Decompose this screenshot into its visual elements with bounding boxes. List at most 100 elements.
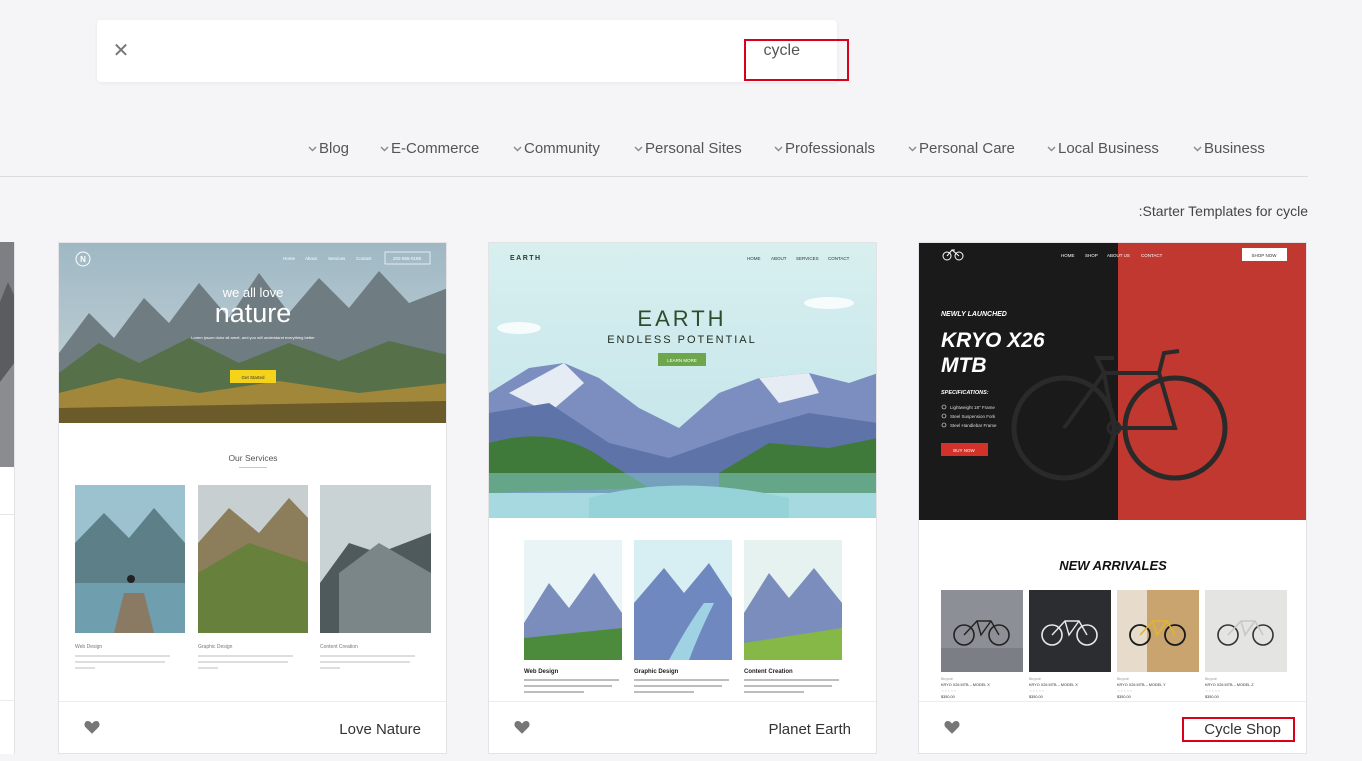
category-e-commerce[interactable]: E-Commerce — [379, 140, 479, 157]
category-personal-sites[interactable]: Personal Sites — [633, 140, 742, 157]
preview-nav: CONTACT — [1141, 253, 1163, 258]
preview-service-label: Content Creation — [744, 669, 793, 675]
preview-kicker: NEWLY LAUNCHED — [941, 311, 1007, 318]
template-card-planet-earth[interactable]: EARTH HOME ABOUT SERVICES CONTACT EARTH … — [488, 242, 877, 754]
preview-section-title: NEW ARRIVALES — [1059, 558, 1167, 573]
heart-icon[interactable] — [83, 718, 101, 736]
results-label: :Starter Templates for cycle — [1138, 203, 1308, 219]
template-preview: HOME SHOP ABOUT US CONTACT SHOP NOW NEWL… — [919, 243, 1306, 701]
partial-template-card[interactable] — [0, 242, 15, 754]
preview-nav: CONTACT — [828, 256, 850, 261]
product-rating-icon: ☆☆☆☆☆ — [941, 689, 957, 693]
category-label: Blog — [319, 140, 350, 157]
category-community[interactable]: Community — [512, 140, 600, 157]
preview-hero-title: EARTH — [637, 306, 726, 331]
search-input[interactable] — [157, 32, 822, 70]
category-filter-bar: Blog E-Commerce Community Personal Sites… — [0, 140, 1362, 164]
category-label: Personal Care — [919, 140, 1015, 157]
product-name: KRYO X26 MTB – MODEL X — [941, 683, 990, 687]
love-nature-preview: N Home About Services Contact 202-555-01… — [59, 243, 446, 701]
product-price: $350.00 — [1029, 695, 1043, 699]
category-label: Community — [524, 140, 600, 157]
category-business[interactable]: Business — [1192, 140, 1265, 157]
service-image-web — [75, 485, 185, 633]
service-image-content — [320, 485, 431, 633]
chevron-down-icon — [907, 143, 918, 154]
product-price: $350.00 — [1205, 695, 1219, 699]
template-preview: N Home About Services Contact 202-555-01… — [59, 243, 446, 701]
product-category: Bicycle — [941, 677, 953, 681]
preview-nav: SHOP — [1085, 253, 1098, 258]
category-blog[interactable]: Blog — [307, 140, 349, 157]
card-title[interactable]: Cycle Shop — [1204, 721, 1281, 738]
preview-hero-sub: ENDLESS POTENTIAL — [607, 334, 757, 346]
preview-nav: HOME — [1061, 253, 1075, 258]
category-professionals[interactable]: Professionals — [773, 140, 875, 157]
preview-service-label: Content Creation — [320, 644, 358, 650]
category-label: E-Commerce — [391, 140, 480, 157]
product-name: KRYO X26 MTB – MODEL Y — [1117, 683, 1166, 687]
preview-service-label: Web Design — [75, 644, 102, 650]
product-name: KRYO X26 MTB – MODEL Z — [1205, 683, 1254, 687]
card-footer: Planet Earth — [489, 701, 876, 753]
chevron-down-icon — [1192, 143, 1203, 154]
chevron-down-icon — [773, 143, 784, 154]
svg-text:N: N — [80, 255, 86, 264]
preview-phone: 202-555-0188 — [393, 256, 422, 261]
preview-nav: ABOUT — [771, 256, 787, 261]
preview-title-1: KRYO X26 — [941, 329, 1045, 352]
preview-nav: SERVICES — [796, 256, 819, 261]
preview-section-title: Our Services — [228, 453, 277, 463]
planet-earth-preview: EARTH HOME ABOUT SERVICES CONTACT EARTH … — [489, 243, 876, 701]
heart-icon[interactable] — [513, 718, 531, 736]
divider — [0, 176, 1308, 177]
card-footer: Cycle Shop — [919, 701, 1306, 753]
template-card-love-nature[interactable]: N Home About Services Contact 202-555-01… — [58, 242, 447, 754]
product-category: Bicycle — [1029, 677, 1041, 681]
category-label: Professionals — [785, 140, 876, 157]
chevron-down-icon — [307, 143, 318, 154]
product-name: KRYO X26 MTB – MODEL X — [1029, 683, 1078, 687]
preview-spec: Steel Handlebar Frame — [950, 423, 997, 428]
preview-cta: Get Started — [241, 375, 265, 380]
preview-cta: BUY NOW — [953, 448, 975, 453]
chevron-down-icon — [512, 143, 523, 154]
search-box: ✕ — [97, 20, 837, 82]
product-image — [1205, 590, 1287, 672]
card-title[interactable]: Planet Earth — [768, 721, 851, 738]
partial-card-preview — [0, 242, 14, 701]
category-personal-care[interactable]: Personal Care — [907, 140, 1015, 157]
template-card-cycle-shop[interactable]: HOME SHOP ABOUT US CONTACT SHOP NOW NEWL… — [918, 242, 1307, 754]
preview-title-2: MTB — [941, 354, 987, 377]
preview-nav: Contact — [356, 256, 372, 261]
service-image-graphic — [634, 540, 732, 660]
card-title[interactable]: Love Nature — [339, 721, 421, 738]
preview-cta: LEARN MORE — [667, 358, 697, 363]
cycle-shop-preview: HOME SHOP ABOUT US CONTACT SHOP NOW NEWL… — [919, 243, 1306, 701]
product-rating-icon: ☆☆☆☆☆ — [1117, 689, 1133, 693]
preview-hero-sub: Lorem ipsum dolor sit amet, and you will… — [191, 335, 315, 340]
product-category: Bicycle — [1117, 677, 1129, 681]
preview-nav: Home — [283, 256, 296, 261]
heart-icon[interactable] — [943, 718, 961, 736]
preview-service-label: Web Design — [524, 669, 559, 675]
product-image — [1029, 590, 1111, 672]
card-footer: Love Nature — [59, 701, 446, 753]
close-icon[interactable]: ✕ — [109, 39, 133, 63]
service-image-content — [744, 540, 842, 660]
product-price: $350.00 — [941, 695, 955, 699]
service-image-web — [524, 540, 622, 660]
preview-logo: EARTH — [510, 255, 542, 262]
category-label: Personal Sites — [645, 140, 742, 157]
category-label: Local Business — [1058, 140, 1159, 157]
preview-service-label: Graphic Design — [198, 644, 233, 650]
product-rating-icon: ☆☆☆☆☆ — [1205, 689, 1221, 693]
product-category: Bicycle — [1205, 677, 1217, 681]
template-preview: EARTH HOME ABOUT SERVICES CONTACT EARTH … — [489, 243, 876, 701]
product-rating-icon: ☆☆☆☆☆ — [1029, 689, 1045, 693]
product-image — [1117, 590, 1199, 672]
chevron-down-icon — [1046, 143, 1057, 154]
preview-nav: About — [305, 256, 318, 261]
category-local-business[interactable]: Local Business — [1046, 140, 1159, 157]
product-price: $350.00 — [1117, 695, 1131, 699]
